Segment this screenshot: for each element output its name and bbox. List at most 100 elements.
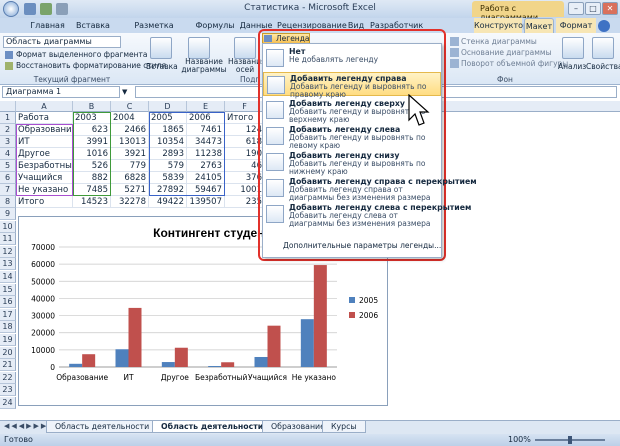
cell-d[interactable]: 5839 — [149, 172, 187, 184]
chart-element-selector[interactable]: Область диаграммы — [3, 36, 121, 48]
cell-e[interactable]: 11238 — [187, 148, 225, 160]
chart-title-icon[interactable] — [188, 37, 210, 59]
row-header[interactable]: 12 — [0, 245, 16, 258]
sheet-nav-arrows-icon[interactable]: ◀◀◀▶▶▶ — [4, 422, 48, 430]
cell-e[interactable]: 59467 — [187, 184, 225, 196]
row-header[interactable]: 17 — [0, 308, 16, 321]
cell-a[interactable]: Учащийся — [16, 172, 73, 184]
cell-a[interactable]: Итого — [16, 196, 73, 208]
cell-b[interactable]: 526 — [73, 160, 111, 172]
properties-button[interactable]: Свойства — [586, 62, 620, 71]
cell-c[interactable]: 5271 — [111, 184, 149, 196]
cell-c[interactable]: 6828 — [111, 172, 149, 184]
cell-a[interactable]: Работа — [16, 112, 73, 124]
cell-b[interactable]: 882 — [73, 172, 111, 184]
cell-e[interactable]: 2006 — [187, 112, 225, 124]
name-box-dropdown-icon[interactable]: ▼ — [122, 88, 127, 96]
cell-b[interactable]: 1016 — [73, 148, 111, 160]
row-header[interactable]: 9 — [0, 208, 16, 220]
row-header[interactable]: 20 — [0, 346, 16, 359]
cell-b[interactable]: 3991 — [73, 136, 111, 148]
cell-e[interactable]: 34473 — [187, 136, 225, 148]
row-header[interactable]: 8 — [0, 196, 16, 208]
row-header[interactable]: 14 — [0, 271, 16, 283]
3d-rotation-button[interactable]: Поворот объемной фигуры — [461, 59, 568, 68]
column-header-d[interactable]: D — [149, 101, 187, 112]
row-header[interactable]: 21 — [0, 359, 16, 372]
tab-layout[interactable]: Макет — [524, 18, 554, 33]
cell-c[interactable]: 3921 — [111, 148, 149, 160]
legend-option-5[interactable]: Добавить легенду справа с перекрытием Доб… — [263, 176, 477, 202]
cell-b[interactable]: 623 — [73, 124, 111, 136]
row-header[interactable]: 4 — [0, 148, 16, 160]
row-header[interactable]: 5 — [0, 160, 16, 172]
tab-formulas[interactable]: Формулы — [194, 18, 236, 33]
column-header-c[interactable]: C — [111, 101, 149, 112]
cell-c[interactable]: 13013 — [111, 136, 149, 148]
insert-icon[interactable] — [150, 37, 172, 59]
tab-format[interactable]: Формат — [556, 18, 596, 33]
cell-d[interactable]: 2893 — [149, 148, 187, 160]
cell-e[interactable]: 139507 — [187, 196, 225, 208]
cell-b[interactable]: 14523 — [73, 196, 111, 208]
cell-b[interactable]: 7485 — [73, 184, 111, 196]
insert-button[interactable]: Вставка — [146, 62, 178, 71]
cell-c[interactable]: 2466 — [111, 124, 149, 136]
name-box[interactable]: Диаграмма 1 — [2, 86, 120, 98]
row-header[interactable]: 24 — [0, 397, 16, 409]
cell-a[interactable]: Не указано — [16, 184, 73, 196]
cell-c[interactable]: 2004 — [111, 112, 149, 124]
cell-c[interactable]: 779 — [111, 160, 149, 172]
analysis-icon[interactable] — [562, 37, 584, 59]
axis-titles-button[interactable]: Названия осей — [228, 58, 266, 74]
row-header[interactable]: 18 — [0, 321, 16, 334]
format-selection-button[interactable]: Формат выделенного фрагмента — [16, 50, 148, 59]
help-icon[interactable] — [598, 20, 610, 32]
column-header-e[interactable]: E — [187, 101, 225, 112]
chart-wall-button[interactable]: Стенка диаграммы — [461, 37, 537, 46]
cell-a[interactable]: ИТ — [16, 136, 73, 148]
close-button[interactable]: ✕ — [602, 2, 618, 15]
tab-design[interactable]: Конструктор — [474, 18, 528, 33]
cell-d[interactable]: 27892 — [149, 184, 187, 196]
legend-option-0[interactable]: Нет Не добавлять легенду — [263, 46, 441, 70]
axis-titles-icon[interactable] — [234, 37, 256, 59]
maximize-button[interactable]: □ — [585, 2, 601, 15]
row-header[interactable]: 6 — [0, 172, 16, 184]
tab-page-layout[interactable]: Разметка страницы — [116, 18, 192, 45]
legend-option-4[interactable]: Добавить легенду снизу Добавить легенду и… — [263, 150, 441, 176]
sheet-tab-4[interactable]: Курсы — [322, 421, 366, 433]
legend-option-6[interactable]: Добавить легенду слева с перекрытием Доба… — [263, 202, 471, 228]
properties-icon[interactable] — [592, 37, 614, 59]
row-header[interactable]: 19 — [0, 334, 16, 346]
cell-d[interactable]: 1865 — [149, 124, 187, 136]
cell-c[interactable]: 32278 — [111, 196, 149, 208]
cell-e[interactable]: 24105 — [187, 172, 225, 184]
row-header[interactable]: 22 — [0, 371, 16, 384]
minimize-button[interactable]: – — [568, 2, 584, 15]
cell-d[interactable]: 10354 — [149, 136, 187, 148]
cell-a[interactable]: Образование — [16, 124, 73, 136]
row-header[interactable]: 1 — [0, 112, 16, 124]
column-header-a[interactable]: A — [16, 101, 73, 112]
cell-d[interactable]: 2005 — [149, 112, 187, 124]
more-legend-options[interactable]: Дополнительные параметры легенды... — [283, 241, 441, 250]
tab-insert[interactable]: Вставка — [72, 18, 114, 33]
row-header[interactable]: 10 — [0, 220, 16, 233]
reset-style-button[interactable]: Восстановить форматирование стиля — [16, 61, 166, 70]
legend-option-1[interactable]: Добавить легенду справа Добавить легенду … — [263, 72, 441, 99]
cell-d[interactable]: 49422 — [149, 196, 187, 208]
cell-a[interactable]: Другое — [16, 148, 73, 160]
row-header[interactable]: 2 — [0, 124, 16, 136]
row-header[interactable]: 23 — [0, 384, 16, 397]
row-header[interactable]: 3 — [0, 136, 16, 148]
chart-floor-button[interactable]: Основание диаграммы — [461, 48, 552, 57]
chart-title-button[interactable]: Название диаграммы — [180, 58, 228, 74]
cell-e[interactable]: 2763 — [187, 160, 225, 172]
cell-e[interactable]: 7461 — [187, 124, 225, 136]
row-header[interactable]: 13 — [0, 258, 16, 271]
cell-a[interactable]: Безработный — [16, 160, 73, 172]
zoom-slider-thumb[interactable] — [568, 436, 572, 444]
cell-d[interactable]: 579 — [149, 160, 187, 172]
column-header-b[interactable]: B — [73, 101, 111, 112]
